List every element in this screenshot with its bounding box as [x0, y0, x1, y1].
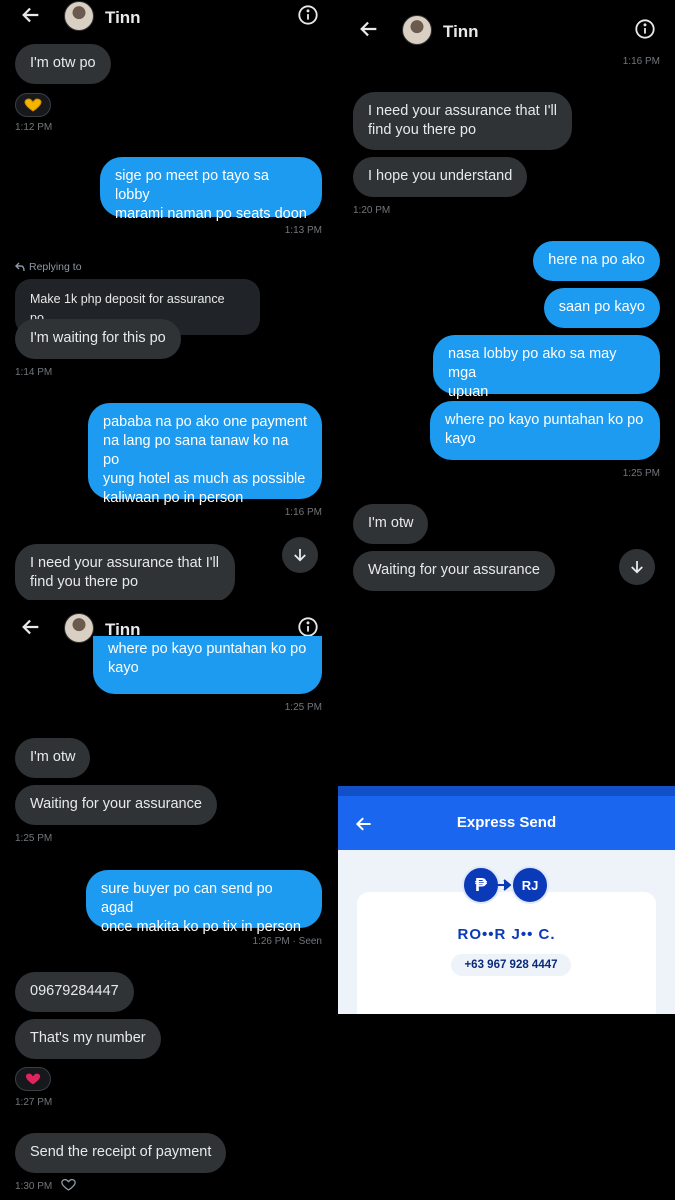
recipient-name: RO••R J•• C.: [457, 926, 556, 943]
chat-panel-3: Tinn where po kayo puntahan ko po kayo 1…: [0, 600, 338, 1200]
info-icon[interactable]: [297, 4, 319, 26]
outgoing-message[interactable]: saan po kayo: [543, 288, 660, 328]
incoming-message[interactable]: Waiting for your assurance: [353, 551, 555, 591]
incoming-message[interactable]: I need your assurance that I'll find you…: [353, 92, 572, 150]
contact-name[interactable]: Tinn: [105, 8, 141, 28]
express-send-title: Express Send: [456, 814, 557, 831]
avatar[interactable]: [64, 613, 94, 643]
incoming-message[interactable]: I hope you understand: [353, 157, 528, 197]
incoming-message[interactable]: I'm otw po: [15, 44, 111, 84]
outgoing-message[interactable]: nasa lobby po ako sa may mga upuan: [433, 335, 660, 400]
chat-panel-1: Tinn I'm otw po 1:12 PM sige po meet po …: [0, 0, 338, 600]
back-arrow-icon[interactable]: [358, 18, 380, 40]
recipient-phone: +63 967 928 4447: [451, 954, 571, 976]
back-arrow-icon[interactable]: [20, 616, 42, 638]
timestamp: 1:27 PM: [15, 1097, 53, 1108]
heart-hands-reaction-icon[interactable]: [15, 93, 51, 117]
outgoing-message[interactable]: sure buyer po can send po agad once maki…: [86, 870, 322, 935]
incoming-message[interactable]: I'm otw: [15, 738, 91, 778]
avatar[interactable]: [64, 1, 94, 31]
timestamp: 1:14 PM: [15, 367, 53, 378]
timestamp: 1:30 PM: [15, 1181, 53, 1192]
incoming-message[interactable]: I'm otw: [353, 504, 429, 544]
timestamp-seen: 1:26 PM · Seen: [252, 936, 322, 947]
incoming-message[interactable]: Send the receipt of payment: [15, 1133, 227, 1173]
add-reaction-icon[interactable]: [61, 1178, 76, 1192]
contact-name[interactable]: Tinn: [443, 22, 479, 42]
timestamp: 1:25 PM: [622, 468, 660, 479]
incoming-message[interactable]: I need your assurance that I'll find you…: [15, 544, 235, 600]
timestamp: 1:16 PM: [284, 507, 322, 518]
info-icon[interactable]: [634, 18, 656, 40]
incoming-message[interactable]: That's my number: [15, 1019, 161, 1059]
scroll-down-icon: [631, 561, 643, 574]
timestamp: 1:25 PM: [284, 702, 322, 713]
scroll-down-button[interactable]: [282, 537, 318, 573]
incoming-message[interactable]: 09679284447: [15, 972, 134, 1012]
incoming-message[interactable]: I'm waiting for this po: [15, 319, 181, 359]
scroll-down-button[interactable]: [619, 549, 655, 585]
sender-peso-icon: ₱: [462, 866, 500, 904]
express-send-topbar: Express Send: [338, 786, 675, 850]
info-icon[interactable]: [297, 616, 319, 638]
timestamp: 1:20 PM: [353, 205, 391, 216]
heart-reaction-icon[interactable]: [15, 1067, 51, 1091]
chat-header: Tinn: [338, 14, 675, 48]
recipient-avatar: RJ: [511, 866, 549, 904]
replying-to-label: Replying to: [15, 261, 82, 273]
express-send-screen: Express Send ₱ RJ RO••R J•• C. +63 967 9…: [338, 786, 675, 1014]
timestamp: 1:25 PM: [15, 833, 53, 844]
incoming-message[interactable]: Waiting for your assurance: [15, 785, 217, 825]
reply-label-text: Replying to: [29, 261, 82, 273]
back-arrow-icon[interactable]: [20, 4, 42, 26]
outgoing-message[interactable]: here na po ako: [533, 241, 660, 281]
scroll-down-icon: [294, 549, 306, 562]
avatar[interactable]: [402, 15, 432, 45]
chat-header: Tinn: [0, 0, 338, 34]
timestamp: 1:12 PM: [15, 122, 53, 133]
recipient-card: [357, 892, 656, 1014]
outgoing-message[interactable]: sige po meet po tayo sa lobby marami nam…: [100, 157, 322, 222]
timestamp: 1:16 PM: [622, 56, 660, 67]
reply-arrow-icon: [15, 262, 25, 272]
outgoing-message[interactable]: where po kayo puntahan ko po kayo: [93, 636, 322, 694]
chat-panel-2: Tinn 1:16 PM I need your assurance that …: [338, 0, 675, 600]
timestamp: 1:13 PM: [284, 225, 322, 236]
outgoing-message[interactable]: where po kayo puntahan ko po kayo: [430, 401, 660, 460]
outgoing-message[interactable]: pababa na po ako one payment na lang po …: [88, 403, 322, 506]
